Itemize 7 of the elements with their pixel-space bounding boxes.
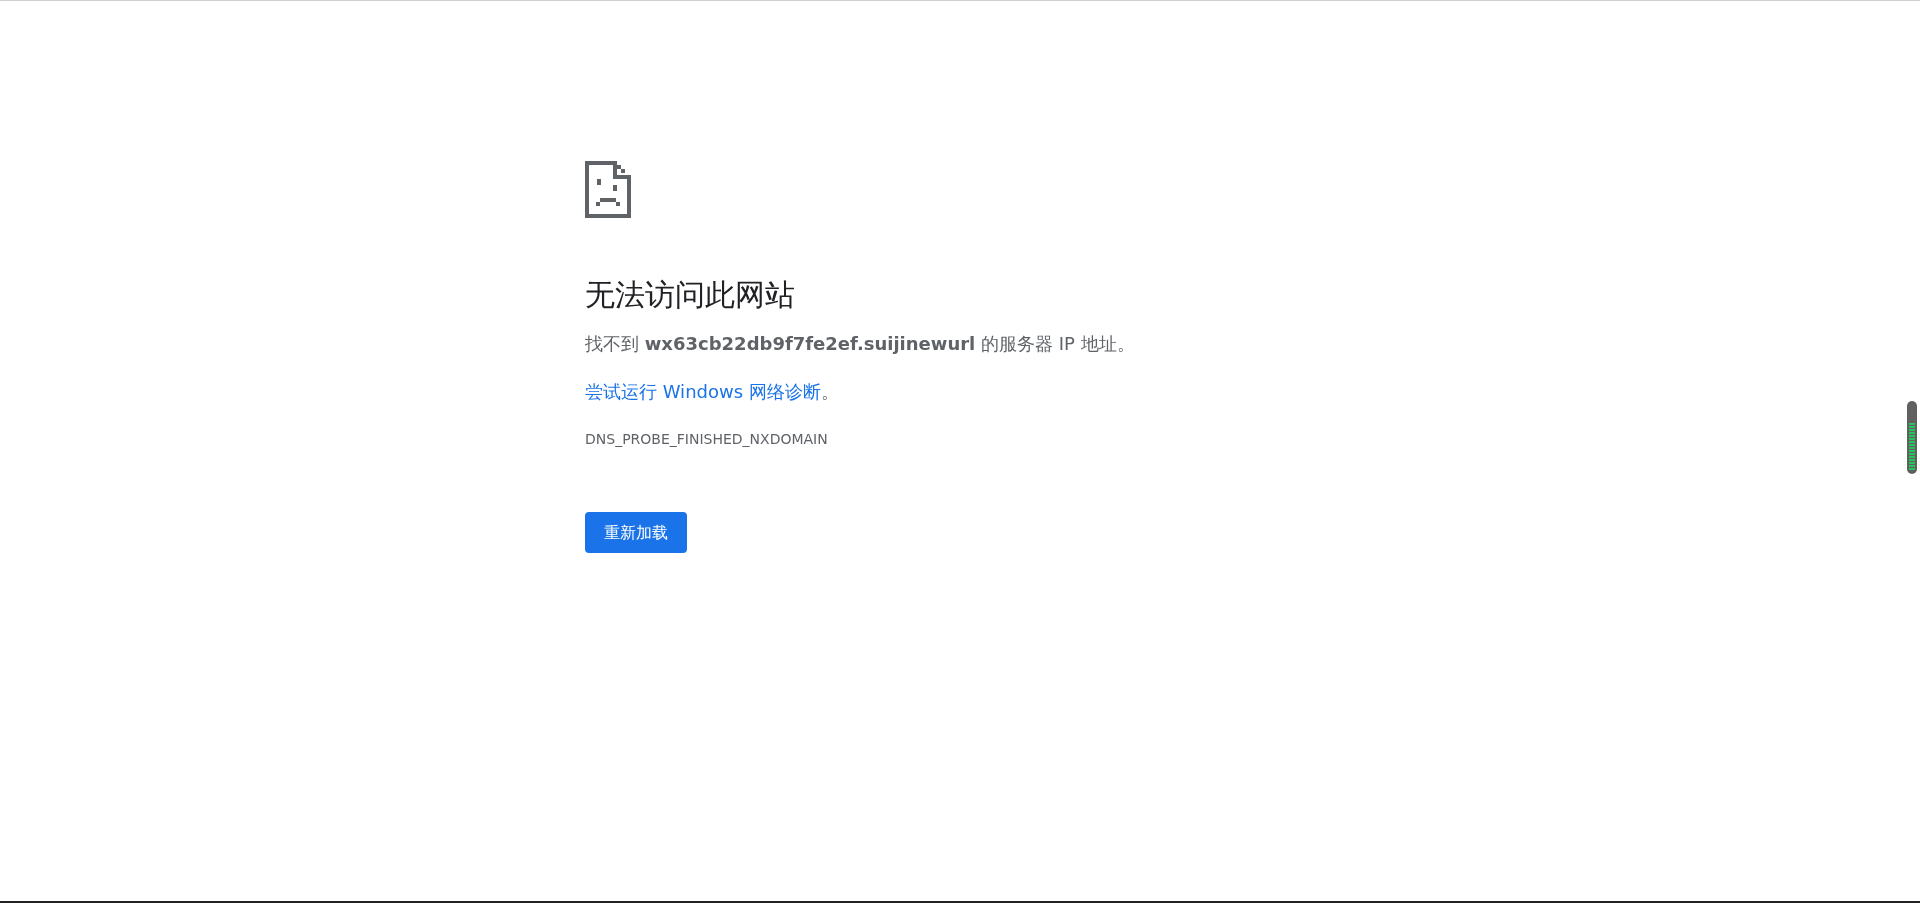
error-summary: 找不到 wx63cb22db9f7fe2ef.suijinewurl 的服务器 IP 地址。 xyxy=(585,332,1135,356)
network-diagnostics-link[interactable]: 尝试运行 Windows 网络诊断 xyxy=(585,381,821,402)
error-code: DNS_PROBE_FINISHED_NXDOMAIN xyxy=(585,430,828,449)
sad-page-icon xyxy=(585,161,631,218)
suggestion-text: 尝试运行 Windows 网络诊断。 xyxy=(585,380,839,404)
reload-button[interactable]: 重新加载 xyxy=(585,512,687,553)
error-title: 无法访问此网站 xyxy=(585,276,795,314)
